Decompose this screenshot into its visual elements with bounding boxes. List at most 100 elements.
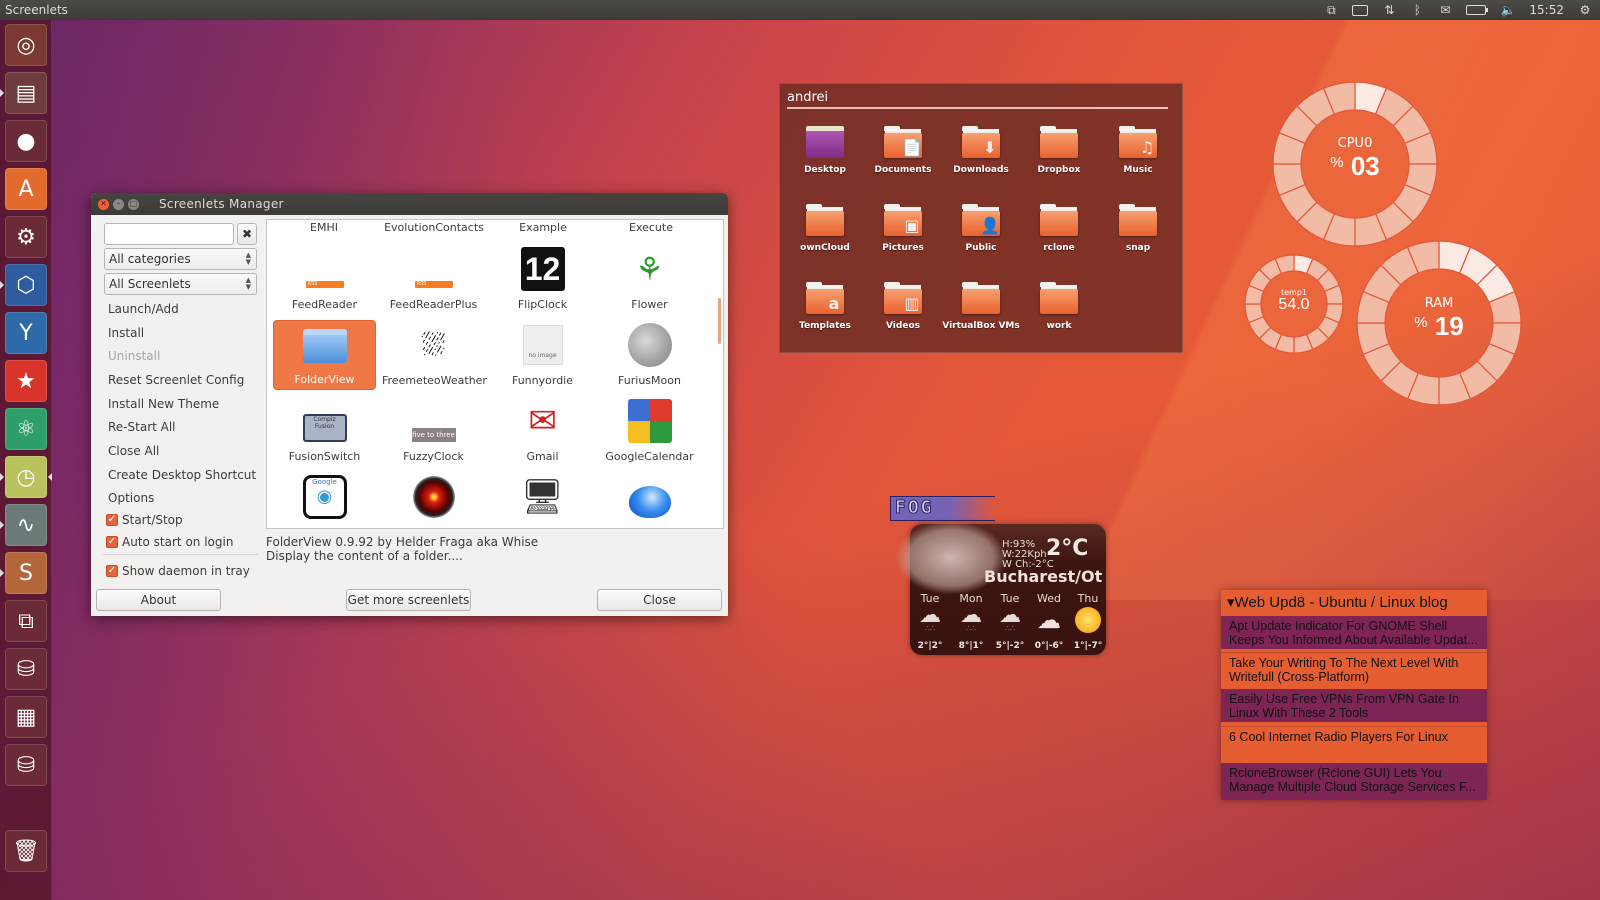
screenlet-label[interactable]: Example xyxy=(489,221,597,234)
folder-item-desktop[interactable]: Desktop xyxy=(786,124,864,194)
action-uninstall[interactable]: Uninstall xyxy=(108,349,160,363)
action-reset-screenlet-config[interactable]: Reset Screenlet Config xyxy=(108,373,244,387)
launcher-item-virtualbox[interactable]: ⬡ xyxy=(5,264,47,306)
action-options[interactable]: Options xyxy=(108,491,154,505)
action-create-desktop-shortcut[interactable]: Create Desktop Shortcut xyxy=(108,468,256,482)
folderview-screenlet: andrei Desktop 📄 Documents ⬇ Downloads Dropbo… xyxy=(779,83,1183,353)
volume-icon[interactable]: 🔈 xyxy=(1500,3,1515,17)
launcher-item-wunderlist[interactable]: ★ xyxy=(5,360,47,402)
folder-item-videos[interactable]: ▥ Videos xyxy=(864,280,942,350)
about-button[interactable]: About xyxy=(96,589,221,611)
close-button[interactable]: Close xyxy=(597,589,722,611)
screenlet-item-feedreader[interactable]: RSS FeedReader xyxy=(273,244,376,314)
screenlet-label[interactable]: EvolutionContacts xyxy=(380,221,488,234)
indicator-app-icon[interactable]: ⧉ xyxy=(1324,3,1338,17)
search-input[interactable] xyxy=(104,223,234,245)
screenlet-item-googlecalendar[interactable]: GoogleCalendar xyxy=(598,396,701,466)
launcher-item-disk-drive-1[interactable]: ⛁ xyxy=(5,648,47,690)
launcher-item-disk-drive-2[interactable]: ⛁ xyxy=(5,744,47,786)
folder-item-dropbox[interactable]: Dropbox xyxy=(1020,124,1098,194)
screenlet-item-gmail[interactable]: ✉ Gmail xyxy=(491,396,594,466)
screenlet-item-fusionswitch[interactable]: Compiz Fusion FusionSwitch xyxy=(273,396,376,466)
folder-item-work[interactable]: work xyxy=(1020,280,1098,350)
checkbox-start-stop[interactable]: ✓ Start/Stop xyxy=(106,513,183,527)
folder-item-public[interactable]: 👤 Public xyxy=(942,202,1020,272)
action-launch-add[interactable]: Launch/Add xyxy=(108,302,179,316)
folder-item-rclone[interactable]: rclone xyxy=(1020,202,1098,272)
virtualbox-icon: ⬡ xyxy=(16,272,36,298)
screenlet-item-furiusmoon[interactable]: FuriusMoon xyxy=(598,320,701,390)
rss-item[interactable]: Easily Use Free VPNs From VPN Gate In Lin… xyxy=(1221,689,1487,722)
indicator-sysmon-icon[interactable] xyxy=(1352,4,1369,16)
launcher-item-atom[interactable]: ⚛ xyxy=(5,408,47,450)
screenlet-item-flower[interactable]: ⚘ Flower xyxy=(598,244,701,314)
clock[interactable]: 15:52 xyxy=(1529,3,1564,17)
description-title: FolderView 0.9.92 by Helder Fraga aka Wh… xyxy=(266,535,539,549)
folder-item-owncloud[interactable]: ownCloud xyxy=(786,202,864,272)
launcher-item-y-ppa-manager[interactable]: Y xyxy=(5,312,47,354)
window-maximize-icon[interactable]: □ xyxy=(128,198,139,210)
checkbox-show-daemon[interactable]: ✓ Show daemon in tray xyxy=(106,564,250,578)
screenlet-item-funnyordie[interactable]: no image Funnyordie xyxy=(491,320,594,390)
launcher-item-trash[interactable]: 🗑 xyxy=(5,830,47,872)
folder-item-snap[interactable]: snap xyxy=(1099,202,1177,272)
launcher-item-files[interactable]: ▤ xyxy=(5,72,47,114)
category-select[interactable]: All categories ▲ ▼ xyxy=(104,248,257,270)
launcher-item-software-center[interactable]: A xyxy=(5,168,47,210)
launcher-item-system-settings[interactable]: ⚙ xyxy=(5,216,47,258)
action-install[interactable]: Install xyxy=(108,326,144,340)
action-re-start-all[interactable]: Re-Start All xyxy=(108,420,176,434)
battery-icon[interactable] xyxy=(1466,5,1489,15)
window-minimize-icon[interactable]: – xyxy=(113,198,124,210)
screenlet-item-feedreaderplus[interactable]: RSS FeedReaderPlus xyxy=(382,244,485,314)
screenlet-item-flipclock[interactable]: 12 FlipClock xyxy=(491,244,594,314)
screenlet-label[interactable]: Execute xyxy=(597,221,705,234)
launcher-item-firefox[interactable]: ● xyxy=(5,120,47,162)
gear-power-icon[interactable]: ⚙ xyxy=(1578,3,1592,17)
rss-item[interactable]: Take Your Writing To The Next Level With… xyxy=(1221,652,1487,685)
folder-item-downloads[interactable]: ⬇ Downloads xyxy=(942,124,1020,194)
launcher-item-system-monitor[interactable]: ∿ xyxy=(5,504,47,546)
action-close-all[interactable]: Close All xyxy=(108,444,159,458)
rss-feed-title[interactable]: ▾Web Upd8 - Ubuntu / Linux blog xyxy=(1227,593,1448,611)
rss-item[interactable]: Apt Update Indicator For GNOME Shell Keep… xyxy=(1221,616,1487,649)
screenlet-item-folderview[interactable]: FolderView xyxy=(273,320,376,390)
checkbox-auto-start[interactable]: ✓ Auto start on login xyxy=(106,535,233,549)
grid-scrollbar[interactable] xyxy=(718,298,721,344)
launcher-item-network-server[interactable]: ▦ xyxy=(5,696,47,738)
screenlet-item-hal9000[interactable]: HAL9000 xyxy=(382,472,485,528)
clear-search-button[interactable]: ✖ xyxy=(237,223,257,245)
action-install-new-theme[interactable]: Install New Theme xyxy=(108,397,219,411)
folder-item-pictures[interactable]: ▣ Pictures xyxy=(864,202,942,272)
forecast-range: 5°|-2° xyxy=(995,641,1025,651)
launcher-item-screenlets[interactable]: ◷ xyxy=(5,456,47,498)
launcher-item-dash-home[interactable]: ◎ xyxy=(5,24,47,66)
checkbox-checked-icon[interactable]: ✓ xyxy=(106,565,118,577)
screenlet-label[interactable]: EMHI xyxy=(270,221,378,234)
screenlet-item-google-[interactable]: Google◉ Google... xyxy=(273,472,376,528)
screenlet-item-freemeteoweather[interactable]: ⛆ FreemeteoWeather xyxy=(382,320,487,390)
folder-item-music[interactable]: ♫ Music xyxy=(1099,124,1177,194)
network-server-icon: ▦ xyxy=(15,704,37,730)
checkbox-checked-icon[interactable]: ✓ xyxy=(106,536,118,548)
screenlet-item-kaleido[interactable]: Kaleido xyxy=(598,472,701,528)
network-transfer-icon[interactable]: ⇅ xyxy=(1382,3,1396,17)
launcher-item-workspace-switcher[interactable]: ⧉ xyxy=(5,600,47,642)
rss-item[interactable]: 6 Cool Internet Radio Players For Linux xyxy=(1221,726,1487,759)
screenlet-item-infopanel[interactable]: 🖥 InfoPanel xyxy=(491,472,594,528)
filter-select[interactable]: All Screenlets ▲ ▼ xyxy=(104,273,257,295)
checkbox-checked-icon[interactable]: ✓ xyxy=(106,514,118,526)
folder-item-documents[interactable]: 📄 Documents xyxy=(864,124,942,194)
launcher-item-sublime-text[interactable]: S xyxy=(5,552,47,594)
rss-item[interactable]: RcloneBrowser (Rclone GUI) Lets You Manag… xyxy=(1221,763,1487,800)
spin-arrows-icon: ▲ ▼ xyxy=(245,251,251,266)
mail-icon[interactable]: ✉ xyxy=(1438,3,1452,17)
folder-item-templates[interactable]: a Templates xyxy=(786,280,864,350)
get-more-screenlets-button[interactable]: Get more screenlets xyxy=(346,589,471,611)
hal9000-icon xyxy=(411,474,457,520)
screenlet-item-fuzzyclock[interactable]: five to three FuzzyClock xyxy=(382,396,485,466)
window-close-icon[interactable]: ✕ xyxy=(98,198,109,210)
folder-item-virtualbox-vms[interactable]: VirtualBox VMs xyxy=(942,280,1020,350)
bluetooth-icon[interactable]: ᛒ xyxy=(1410,3,1424,17)
window-titlebar[interactable]: ✕ – □ Screenlets Manager xyxy=(91,193,728,215)
